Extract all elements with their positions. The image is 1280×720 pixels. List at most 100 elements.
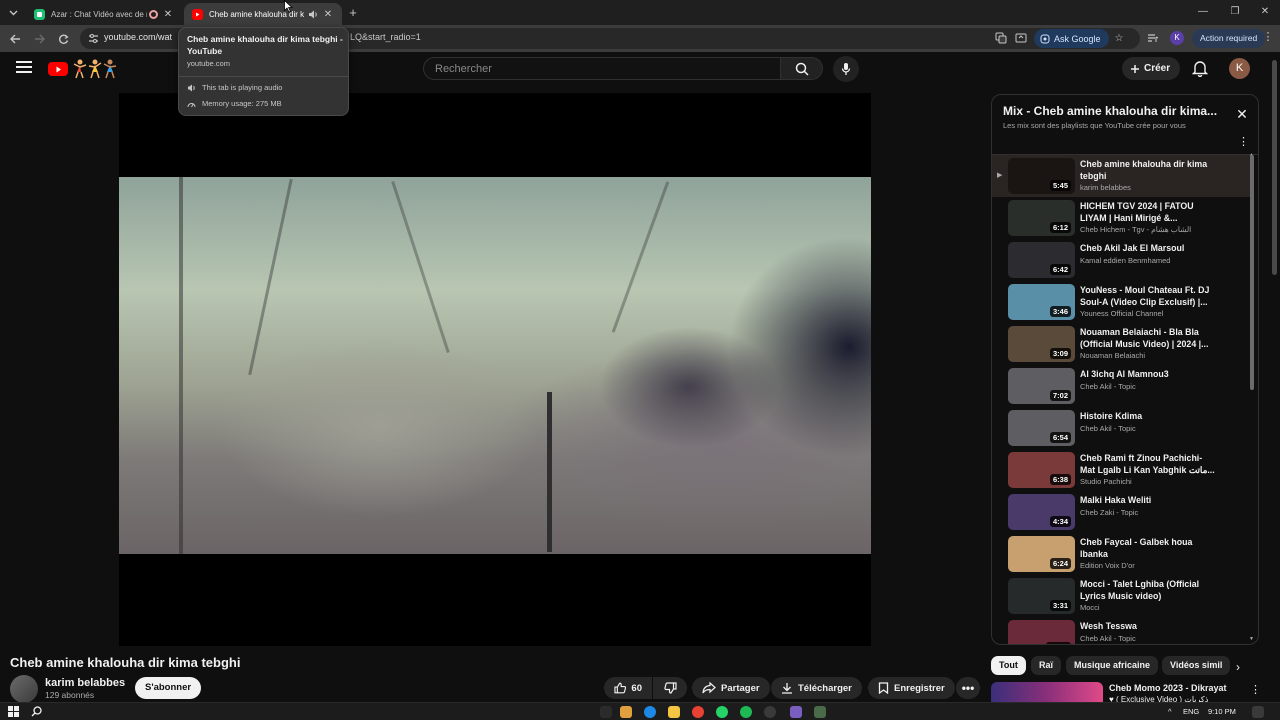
playlist-item-title[interactable]: Cheb Faycal - Galbek houa lbanka [1080, 536, 1218, 560]
account-avatar[interactable]: K [1229, 58, 1250, 79]
playlist-item[interactable]: 6:42 Cheb Akil Jak El Marsoul Kamal eddien… [992, 239, 1250, 281]
forward-button[interactable] [30, 30, 48, 48]
channel-name[interactable]: karim belabbes [45, 677, 125, 689]
profile-avatar[interactable]: K [1170, 31, 1184, 45]
playlist-thumbnail[interactable]: 3:46 [1008, 284, 1075, 320]
tab-azar[interactable]: Azar : Chat Vidéo avec de n ✕ [26, 3, 182, 25]
channel-avatar[interactable] [10, 675, 38, 703]
playlist-thumbnail[interactable]: 6:38 [1008, 452, 1075, 488]
playlist-thumbnail[interactable]: 4:34 [1008, 494, 1075, 530]
windows-start-icon[interactable] [8, 706, 19, 717]
app-spotify-icon[interactable] [740, 706, 752, 718]
app-edge-icon[interactable] [644, 706, 656, 718]
new-tab-button[interactable]: + [344, 4, 362, 21]
playlist-item[interactable]: 6:54 Histoire Kdima Cheb Akil - Topic [992, 407, 1250, 449]
restore-button[interactable]: ❐ [1220, 4, 1250, 20]
speaker-icon[interactable] [308, 10, 318, 19]
app-chrome-icon[interactable] [692, 706, 704, 718]
playlist-thumbnail[interactable]: 6:54 [1008, 410, 1075, 446]
page-scrollbar[interactable] [1272, 60, 1277, 275]
browser-menu-icon[interactable]: ⋮ [1262, 30, 1274, 46]
recommended-title[interactable]: Cheb Momo 2023 - Dikrayat [1109, 683, 1227, 693]
app-file-explorer-icon[interactable] [668, 706, 680, 718]
playlist-item-title[interactable]: Malki Haka Weliti [1080, 494, 1218, 506]
taskview-icon[interactable] [600, 706, 612, 718]
notifications-bell-icon[interactable] [1192, 60, 1210, 78]
media-controls-icon[interactable] [1145, 30, 1161, 46]
playlist-item[interactable]: 6:38 Cheb Rami ft Zinou Pachichi- Mat Lga… [992, 449, 1250, 491]
action-required-button[interactable]: Action required [1192, 29, 1266, 48]
playlist-thumbnail[interactable]: 10:00 [1008, 620, 1075, 644]
search-input[interactable] [424, 58, 780, 79]
playlist-item-title[interactable]: Cheb Akil Jak El Marsoul [1080, 242, 1218, 254]
playlist-scrollbar[interactable] [1250, 155, 1254, 390]
cast-icon[interactable] [1013, 30, 1029, 46]
playlist-item[interactable]: 3:46 YouNess - Moul Chateau Ft. DJ Soul-A… [992, 281, 1250, 323]
playlist-item[interactable]: 3:31 Mocci - Talet Lghiba (Official Lyric… [992, 575, 1250, 617]
doodle-dancers-icon[interactable] [72, 58, 118, 80]
download-button[interactable]: Télécharger [771, 677, 862, 699]
chevron-right-icon[interactable]: › [1236, 660, 1240, 674]
playlist-item-title[interactable]: Mocci - Talet Lghiba (Official Lyrics Mu… [1080, 578, 1218, 602]
close-tab-icon[interactable]: ✕ [162, 9, 174, 20]
hamburger-menu-icon[interactable] [16, 61, 32, 75]
share-button[interactable]: Partager [692, 677, 770, 699]
chip-rai[interactable]: Raï [1031, 656, 1062, 675]
clock-time[interactable]: 9:10 PM [1208, 707, 1236, 716]
subscribe-button[interactable]: S'abonner [135, 677, 202, 699]
playlist-thumbnail[interactable]: 6:42 [1008, 242, 1075, 278]
app-vlc-icon[interactable] [620, 706, 632, 718]
search-icon[interactable] [31, 706, 42, 717]
playlist-item[interactable]: 10:00 Wesh Tesswa Cheb Akil - Topic [992, 617, 1250, 644]
ask-google-button[interactable]: Ask Google [1034, 29, 1109, 48]
playlist-item[interactable]: 7:02 Al 3ichq Al Mamnou3 Cheb Akil - Topic [992, 365, 1250, 407]
playlist-item[interactable]: 6:24 Cheb Faycal - Galbek houa lbanka Edit… [992, 533, 1250, 575]
playlist-menu-icon[interactable]: ⋮ [1238, 135, 1249, 149]
playlist-item-title[interactable]: Histoire Kdima [1080, 410, 1218, 422]
app-terminal-icon[interactable] [814, 706, 826, 718]
chip-all[interactable]: Tout [991, 656, 1026, 675]
app-clock-icon[interactable] [764, 706, 776, 718]
playlist-thumbnail[interactable]: 7:02 [1008, 368, 1075, 404]
chip-african-music[interactable]: Musique africaine [1066, 656, 1159, 675]
window-close-button[interactable]: ✕ [1250, 4, 1280, 20]
notification-center-icon[interactable] [1252, 706, 1264, 718]
playlist-item-title[interactable]: Al 3ichq Al Mamnou3 [1080, 368, 1218, 380]
dislike-button[interactable] [653, 677, 687, 699]
tab-youtube[interactable]: Cheb amine khalouha dir ki ✕ [184, 3, 342, 25]
playlist-item-title[interactable]: Wesh Tesswa [1080, 620, 1218, 632]
voice-search-button[interactable] [833, 56, 859, 82]
playlist-item-title[interactable]: Nouaman Belaiachi - Bla Bla (Official Mu… [1080, 326, 1218, 350]
recommended-menu-icon[interactable]: ⋮ [1250, 683, 1261, 696]
playlist-item[interactable]: 4:34 Malki Haka Weliti Cheb Zaki - Topic [992, 491, 1250, 533]
playlist-item[interactable]: 6:12 HICHEM TGV 2024 | FATOU LIYAM | Hani… [992, 197, 1250, 239]
app-whatsapp-icon[interactable] [716, 706, 728, 718]
site-info-icon[interactable] [88, 33, 99, 44]
more-actions-button[interactable]: ••• [956, 677, 980, 699]
playlist-thumbnail[interactable]: 6:12 [1008, 200, 1075, 236]
recommended-thumbnail[interactable] [991, 682, 1103, 702]
scroll-down-arrow-icon[interactable]: ▼ [1249, 636, 1254, 642]
playlist-title[interactable]: Mix - Cheb amine khalouha dir kima... [1003, 104, 1225, 118]
reload-button[interactable] [54, 30, 72, 48]
chip-similar-videos[interactable]: Vidéos simil [1162, 656, 1230, 675]
app-active-browser-icon[interactable] [790, 706, 802, 718]
video-player[interactable] [119, 93, 871, 646]
playlist-item-title[interactable]: HICHEM TGV 2024 | FATOU LIYAM | Hani Mir… [1080, 200, 1218, 224]
minimize-button[interactable]: — [1188, 4, 1218, 20]
like-button[interactable]: 60 [604, 677, 652, 699]
playlist-item[interactable]: ▶ 5:45 Cheb amine khalouha dir kima tebghi… [992, 155, 1250, 197]
playlist-thumbnail[interactable]: 3:31 [1008, 578, 1075, 614]
translate-icon[interactable] [993, 30, 1009, 46]
youtube-logo-icon[interactable] [48, 62, 68, 76]
back-button[interactable] [6, 30, 24, 48]
playlist-item[interactable]: 3:09 Nouaman Belaiachi - Bla Bla (Officia… [992, 323, 1250, 365]
close-tab-icon[interactable]: ✕ [322, 9, 334, 20]
tray-overflow-icon[interactable]: ^ [1168, 707, 1172, 716]
playlist-item-title[interactable]: YouNess - Moul Chateau Ft. DJ Soul-A (Vi… [1080, 284, 1218, 308]
create-button[interactable]: Créer [1122, 57, 1181, 80]
playlist-item-title[interactable]: Cheb amine khalouha dir kima tebghi [1080, 158, 1218, 182]
playlist-thumbnail[interactable]: 3:09 [1008, 326, 1075, 362]
save-button[interactable]: Enregistrer [868, 677, 955, 699]
playlist-thumbnail[interactable]: 5:45 [1008, 158, 1075, 194]
